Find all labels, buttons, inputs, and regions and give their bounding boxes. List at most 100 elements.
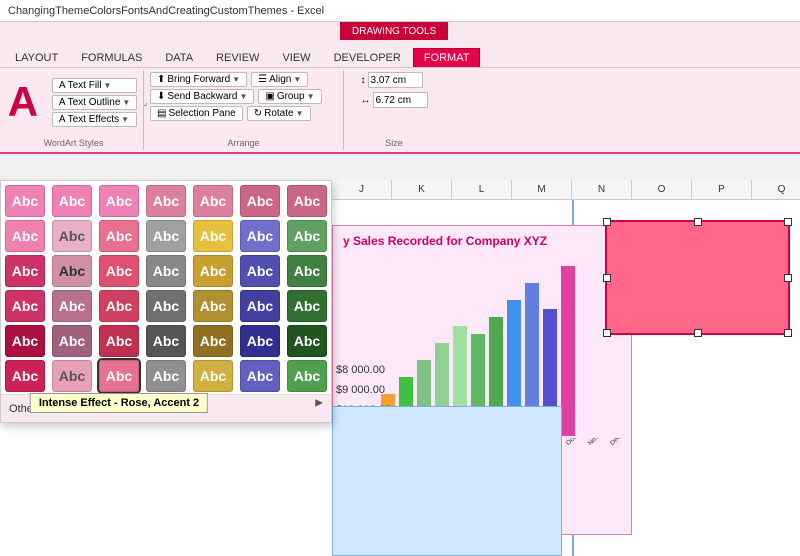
group-button[interactable]: ▣ Group ▼ (258, 89, 321, 104)
handle-tr[interactable] (784, 218, 792, 226)
abc-cell-2-1[interactable]: Abc (52, 255, 92, 287)
align-button[interactable]: ☰ Align ▼ (251, 72, 308, 87)
tab-review[interactable]: REVIEW (205, 48, 270, 67)
abc-cell-3-6[interactable]: Abc (287, 290, 327, 322)
col-header-m[interactable]: M (512, 180, 572, 199)
col-header-j[interactable]: J (332, 180, 392, 199)
rotate-button[interactable]: ↻ Rotate ▼ (247, 106, 311, 121)
abc-cell-4-2[interactable]: Abc (99, 325, 139, 357)
wordart-a-icon: A (0, 72, 48, 132)
value-2: $9 000.00 (336, 380, 391, 400)
tab-formulas[interactable]: FORMULAS (70, 48, 153, 67)
bring-forward-button[interactable]: ⬆ Bring Forward ▼ (150, 72, 247, 87)
abc-cell-0-6[interactable]: Abc (287, 185, 327, 217)
abc-cell-5-6[interactable]: Abc (287, 360, 327, 392)
abc-cell-4-0[interactable]: Abc (5, 325, 45, 357)
bar-label-10: November (587, 438, 602, 447)
abc-cell-3-5[interactable]: Abc (240, 290, 280, 322)
abc-cell-3-1[interactable]: Abc (52, 290, 92, 322)
wordart-styles-section: A A Text Fill ▼ A Text Outline ▼ A (4, 70, 144, 150)
abc-cell-5-3[interactable]: Abc (146, 360, 186, 392)
abc-cell-0-1[interactable]: Abc (52, 185, 92, 217)
rotate-arrow[interactable]: ▼ (296, 109, 304, 118)
text-effects-arrow[interactable]: ▼ (121, 115, 129, 124)
more-arrow[interactable]: ▶ (315, 398, 323, 409)
abc-cell-4-3[interactable]: Abc (146, 325, 186, 357)
abc-cell-5-0[interactable]: Abc (5, 360, 45, 392)
abc-cell-2-5[interactable]: Abc (240, 255, 280, 287)
text-outline-arrow[interactable]: ▼ (122, 98, 130, 107)
abc-cell-2-3[interactable]: Abc (146, 255, 186, 287)
abc-cell-5-1[interactable]: Abc (52, 360, 92, 392)
abc-cell-1-4[interactable]: Abc (193, 220, 233, 252)
col-header-n[interactable]: N (572, 180, 632, 199)
abc-cell-1-2[interactable]: Abc (99, 220, 139, 252)
drawing-tools-tab: DRAWING TOOLS (340, 22, 448, 40)
abc-grid: Abc Abc Abc Abc Abc Abc Abc Abc Abc Abc … (1, 181, 331, 394)
col-header-p[interactable]: P (692, 180, 752, 199)
col-header-o[interactable]: O (632, 180, 692, 199)
handle-bc[interactable] (694, 329, 702, 337)
abc-cell-2-0[interactable]: Abc (5, 255, 45, 287)
send-backward-button[interactable]: ⬇ Send Backward ▼ (150, 89, 254, 104)
abc-cell-5-5[interactable]: Abc (240, 360, 280, 392)
abc-cell-4-1[interactable]: Abc (52, 325, 92, 357)
abc-cell-0-2[interactable]: Abc (99, 185, 139, 217)
text-outline-button[interactable]: A Text Outline ▼ (52, 95, 137, 110)
pink-rectangle[interactable] (605, 220, 790, 335)
title-bar: ChangingThemeColorsFontsAndCreatingCusto… (0, 0, 800, 22)
text-fill-arrow[interactable]: ▼ (104, 81, 112, 90)
tab-view[interactable]: VIEW (271, 48, 321, 67)
bring-forward-arrow[interactable]: ▼ (232, 75, 240, 84)
value-1: $8 000.00 (336, 360, 391, 380)
abc-cell-1-6[interactable]: Abc (287, 220, 327, 252)
abc-cell-0-0[interactable]: Abc (5, 185, 45, 217)
abc-cell-0-5[interactable]: Abc (240, 185, 280, 217)
abc-cell-3-2[interactable]: Abc (99, 290, 139, 322)
abc-cell-1-0[interactable]: Abc (5, 220, 45, 252)
column-headers: J K L M N O P Q R (332, 180, 800, 200)
col-header-k[interactable]: K (392, 180, 452, 199)
handle-bl[interactable] (603, 329, 611, 337)
abc-cell-5-4[interactable]: Abc (193, 360, 233, 392)
handle-tl[interactable] (603, 218, 611, 226)
width-input[interactable] (373, 92, 428, 108)
tab-format[interactable]: FORMAT (413, 48, 481, 67)
abc-cell-5-2[interactable]: Abc Intense Effect - Rose, Accent 2 (99, 360, 139, 392)
col-header-l[interactable]: L (452, 180, 512, 199)
group-arrow[interactable]: ▼ (307, 92, 315, 101)
arrange-section: ⬆ Bring Forward ▼ ☰ Align ▼ ⬇ Send Backw… (144, 70, 344, 150)
abc-cell-3-4[interactable]: Abc (193, 290, 233, 322)
handle-ml[interactable] (603, 274, 611, 282)
abc-cell-3-3[interactable]: Abc (146, 290, 186, 322)
abc-cell-4-4[interactable]: Abc (193, 325, 233, 357)
other-theme-fills[interactable]: Other Theme Fills ▶ (1, 394, 331, 422)
tab-developer[interactable]: DEVELOPER (323, 48, 412, 67)
text-fill-button[interactable]: A Text Fill ▼ (52, 78, 137, 93)
abc-cell-2-6[interactable]: Abc (287, 255, 327, 287)
abc-cell-1-3[interactable]: Abc (146, 220, 186, 252)
abc-cell-0-3[interactable]: Abc (146, 185, 186, 217)
abc-cell-1-5[interactable]: Abc (240, 220, 280, 252)
wordart-styles-label: WordArt Styles (44, 136, 104, 148)
text-effects-button[interactable]: A Text Effects ▼ (52, 112, 137, 127)
send-backward-arrow[interactable]: ▼ (239, 92, 247, 101)
abc-cell-2-4[interactable]: Abc (193, 255, 233, 287)
abc-cell-2-2[interactable]: Abc (99, 255, 139, 287)
abc-cell-1-1[interactable]: Abc (52, 220, 92, 252)
align-arrow[interactable]: ▼ (293, 75, 301, 84)
handle-br[interactable] (784, 329, 792, 337)
abc-cell-4-6[interactable]: Abc (287, 325, 327, 357)
chart-title: y Sales Recorded for Company XYZ (333, 226, 631, 252)
col-header-q[interactable]: Q (752, 180, 800, 199)
bar-label-9: October (565, 438, 580, 447)
abc-cell-4-5[interactable]: Abc (240, 325, 280, 357)
selection-pane-button[interactable]: ▤ Selection Pane (150, 106, 243, 121)
height-input[interactable] (368, 72, 423, 88)
tab-layout[interactable]: LAYOUT (4, 48, 69, 67)
abc-cell-3-0[interactable]: Abc (5, 290, 45, 322)
abc-cell-0-4[interactable]: Abc (193, 185, 233, 217)
handle-tc[interactable] (694, 218, 702, 226)
handle-mr[interactable] (784, 274, 792, 282)
tab-data[interactable]: DATA (154, 48, 204, 67)
